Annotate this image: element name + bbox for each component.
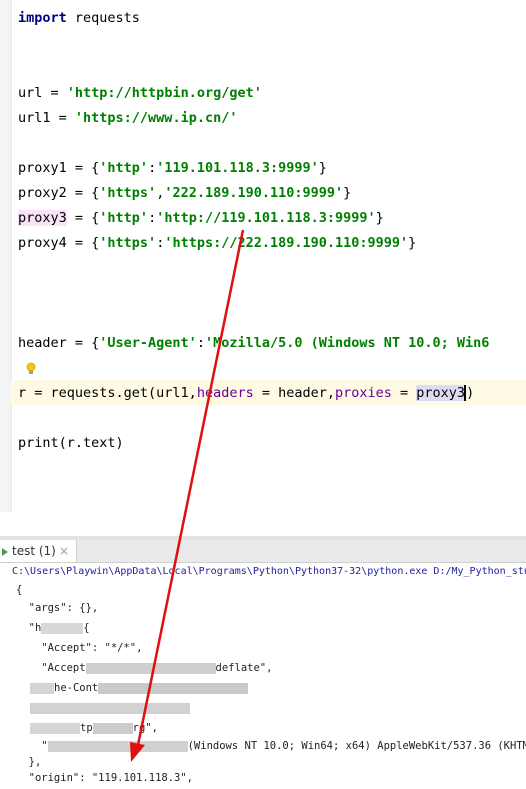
proxy4-end: } [408, 235, 417, 251]
run-tab-icon [2, 548, 8, 556]
console-line: "Accept deflate", [16, 661, 272, 675]
proxy1-assign: proxy1 = { [18, 160, 100, 176]
console-text: "h [16, 622, 42, 634]
lightbulb-icon[interactable] [26, 362, 36, 375]
console-text: " [16, 740, 48, 752]
console-text: (Windows NT 10.0; Win64; x64) AppleWebKi… [187, 740, 526, 752]
run-tab-bar: test (1) × [0, 540, 526, 563]
request-call: r = requests.get(url1, [18, 385, 197, 401]
proxy3-value: 'http://119.101.118.3:9999' [156, 210, 376, 226]
run-panel: test (1) × C:\Users\Playwin\AppData\Loca… [0, 536, 526, 789]
code-line-import[interactable]: import requests [18, 8, 140, 28]
header-value: 'Mozilla/5.0 (Windows NT 10.0; Win6 [204, 335, 490, 351]
header-assign: header = { [18, 335, 100, 351]
proxy3-end: } [375, 210, 384, 226]
code-editor[interactable]: import requests url = 'http://httpbin.or… [0, 0, 526, 512]
proxy2-assign: proxy2 = { [18, 185, 100, 201]
console-text: rg", [132, 722, 158, 734]
code-line-proxy4[interactable]: proxy4 = {'https':'https://222.189.190.1… [18, 233, 416, 253]
proxy3-assign: = { [66, 210, 100, 226]
code-line-print[interactable]: print(r.text) [18, 433, 124, 453]
redacted-block [85, 662, 216, 674]
header-key: 'User-Agent' [99, 335, 197, 351]
console-text: { [83, 622, 90, 634]
tab-label: test (1) [12, 544, 56, 558]
console-line: tp rg", [30, 721, 158, 735]
console-output[interactable]: C:\Users\Playwin\AppData\Local\Programs\… [0, 563, 526, 789]
console-line: "Accept": "*/*", [16, 642, 143, 654]
redacted-block [47, 740, 188, 752]
console-line [30, 701, 190, 715]
console-command: C:\Users\Playwin\AppData\Local\Programs\… [12, 566, 526, 577]
header-colon: : [196, 335, 205, 351]
proxy3-key: 'http' [99, 210, 149, 226]
code-line-url1[interactable]: url1 = 'https://www.ip.cn/' [18, 108, 237, 128]
url-string: 'http://httpbin.org/get' [66, 85, 262, 101]
editor-gutter [0, 0, 12, 512]
console-line: { [16, 584, 23, 596]
proxy2-end: } [343, 185, 352, 201]
console-line: " (Windows NT 10.0; Win64; x64) AppleWebK… [16, 739, 526, 753]
url-assign: url = [18, 85, 67, 101]
code-line-url[interactable]: url = 'http://httpbin.org/get' [18, 83, 262, 103]
request-close-paren: ) [466, 385, 475, 401]
proxy1-value: '119.101.118.3:9999' [156, 160, 319, 176]
proxy1-key: 'http' [99, 160, 149, 176]
console-line: he-Cont [30, 681, 249, 695]
proxy2-value: '222.189.190.110:9999' [164, 185, 344, 201]
headers-arg: = header, [253, 385, 335, 401]
console-line: "h { [16, 621, 90, 635]
url1-assign: url1 = [18, 110, 75, 126]
param-proxies: proxies [335, 385, 392, 401]
console-text: deflate", [215, 662, 273, 674]
console-line: }, [16, 756, 42, 768]
proxy2-key: 'https' [99, 185, 157, 201]
redacted-block [30, 682, 54, 694]
console-text: he-Cont [54, 682, 99, 694]
proxy1-end: } [318, 160, 327, 176]
redacted-block [98, 682, 249, 694]
redacted-block [41, 622, 84, 634]
redacted-block [30, 722, 80, 734]
proxy4-assign: proxy4 = { [18, 235, 100, 251]
console-origin-line: "origin": "119.101.118.3", [16, 772, 194, 784]
proxies-eq: = [391, 385, 417, 401]
proxy4-key: 'https' [99, 235, 157, 251]
print-statement: print(r.text) [18, 435, 124, 451]
code-line-proxy3[interactable]: proxy3 = {'http':'http://119.101.118.3:9… [18, 208, 384, 228]
proxy3-name: proxy3 [18, 210, 67, 226]
proxy4-value: 'https://222.189.190.110:9999' [164, 235, 409, 251]
console-text: tp [80, 722, 93, 734]
code-line-request[interactable]: r = requests.get(url1,headers = header,p… [18, 383, 474, 403]
redacted-block [30, 702, 190, 714]
close-icon[interactable]: × [59, 540, 69, 562]
param-headers: headers [196, 385, 254, 401]
tab-test-run[interactable]: test (1) × [0, 540, 77, 562]
keyword-import: import [18, 10, 67, 26]
redacted-block [92, 722, 133, 734]
module-name: requests [66, 10, 140, 26]
selected-proxy3: proxy3 [416, 385, 466, 401]
proxy3-colon: : [148, 210, 157, 226]
code-line-proxy2[interactable]: proxy2 = {'https','222.189.190.110:9999'… [18, 183, 351, 203]
code-line-header[interactable]: header = {'User-Agent':'Mozilla/5.0 (Win… [18, 333, 489, 353]
console-line: "args": {}, [16, 602, 99, 614]
console-text: "Accept [16, 662, 86, 674]
proxy1-colon: : [148, 160, 157, 176]
url1-string: 'https://www.ip.cn/' [74, 110, 238, 126]
code-line-proxy1[interactable]: proxy1 = {'http':'119.101.118.3:9999'} [18, 158, 327, 178]
